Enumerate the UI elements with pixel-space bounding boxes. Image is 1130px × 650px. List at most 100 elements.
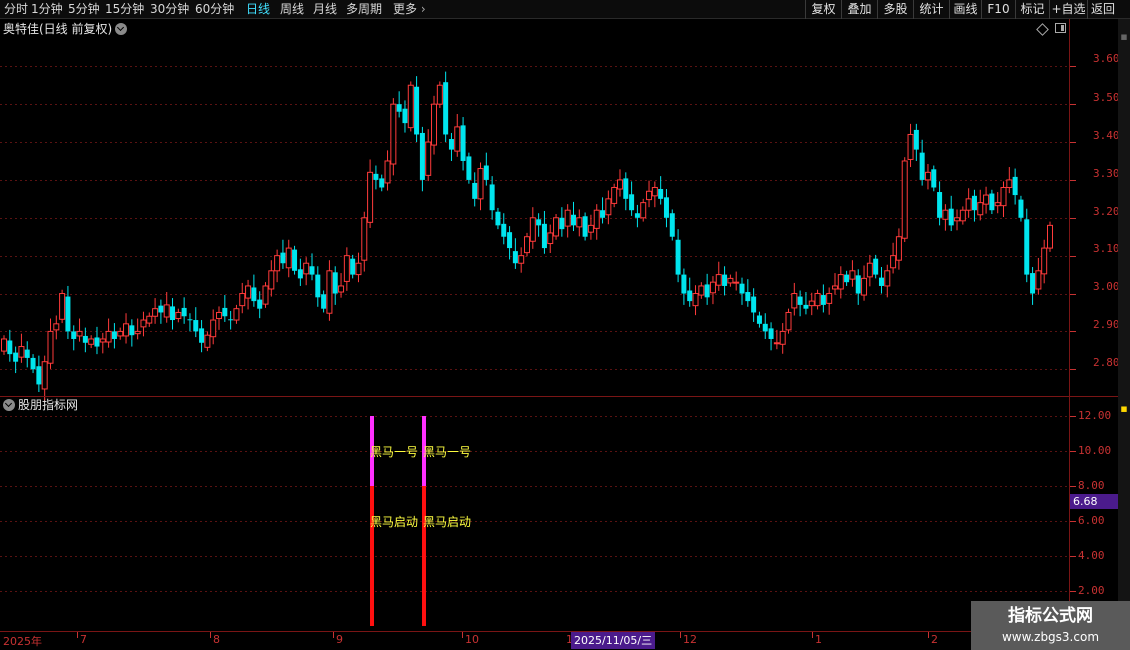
indicator-y-tick-label: 2.00 [1078, 584, 1105, 597]
candle-body-down [878, 277, 884, 286]
candle-body-up [436, 84, 443, 105]
candle-body-up [117, 330, 124, 337]
candle-body-up [152, 308, 159, 317]
f10-button[interactable]: F10 [981, 0, 1015, 19]
candle-body-down [681, 274, 687, 294]
candle-body-down [948, 208, 954, 226]
chevron-down-icon[interactable] [115, 23, 128, 35]
candle-body-down [466, 156, 472, 180]
candle-body-down [756, 315, 762, 324]
candle-body-down [36, 366, 42, 385]
signal-label-heima-yihao: 黑马一号 [370, 445, 419, 459]
candle-body-up [646, 190, 653, 201]
period-tab-5min[interactable]: 5分钟 [68, 2, 100, 16]
date-separator [680, 632, 681, 638]
diamond-icon[interactable] [1036, 23, 1049, 36]
candle-body-up [105, 330, 112, 343]
candle-body-down [722, 274, 728, 286]
candle-body-up [924, 171, 931, 181]
candle-body-up [593, 209, 600, 229]
candle-body-down [292, 249, 298, 271]
candle-body-up [140, 319, 147, 328]
candle-body-up [274, 255, 281, 272]
candle-body-down [541, 223, 547, 249]
multi-stock-button[interactable]: 多股 [877, 0, 913, 19]
period-tab-60min[interactable]: 60分钟 [195, 2, 234, 16]
candle-body-down [402, 108, 408, 124]
period-tab-daily[interactable]: 日线 [246, 2, 270, 16]
candle-body-up [965, 198, 972, 211]
candle-body-down [1018, 199, 1024, 218]
candle-body-up [651, 186, 658, 197]
kline-chart[interactable] [0, 0, 1130, 650]
right-side-strip: ▪ ▪ [1118, 19, 1130, 631]
draw-line-button[interactable]: 画线 [949, 0, 981, 19]
candle-body-up [895, 236, 902, 261]
candle-body-down [768, 328, 774, 339]
candle-body-up [285, 247, 292, 269]
back-button[interactable]: 返回 [1087, 0, 1118, 19]
candle-body-up [901, 160, 908, 239]
candle-body-down [937, 192, 943, 218]
candle-body-down [536, 219, 542, 226]
period-tab-multi[interactable]: 多周期 [346, 2, 382, 16]
period-tab-weekly[interactable]: 周线 [280, 2, 304, 16]
candle-body-up [890, 255, 897, 269]
date-separator [210, 632, 211, 638]
candle-body-up [977, 202, 984, 216]
statistics-button[interactable]: 统计 [913, 0, 949, 19]
candle-body-down [762, 323, 768, 332]
candle-body-up [146, 315, 153, 324]
signal-bar-heima-qidong [422, 486, 426, 626]
candle-body-down [443, 82, 449, 135]
candle-body-up [59, 293, 66, 320]
candle-body-up [709, 281, 716, 294]
period-tab-monthly[interactable]: 月线 [313, 2, 337, 16]
candle-body-up [791, 293, 798, 309]
watermark-title: 指标公式网 [1008, 606, 1093, 626]
period-tab-15min[interactable]: 15分钟 [105, 2, 144, 16]
candle-body-up [698, 285, 705, 296]
candle-body-down [1024, 219, 1030, 275]
y-tick-label: 2.90 [1093, 318, 1120, 331]
candle-body-up [587, 224, 594, 233]
date-label: 10 [465, 633, 479, 646]
candle-body-down [931, 169, 937, 188]
candle-body-up [355, 262, 362, 276]
candle-body-down [24, 349, 30, 358]
candle-body-down [675, 239, 681, 275]
candle-body-up [210, 319, 217, 338]
candle-body-down [414, 86, 420, 135]
date-separator [928, 632, 929, 638]
y-tick-label: 3.00 [1093, 280, 1120, 293]
candle-body-up [611, 186, 618, 204]
candle-body-down [600, 210, 606, 218]
candle-body-up [47, 330, 54, 364]
candle-body-down [919, 152, 925, 180]
indicator-title[interactable]: 股朋指标网 [3, 398, 78, 412]
y-tick-label: 3.50 [1093, 91, 1120, 104]
period-tab-more[interactable]: 更多 › [393, 2, 426, 16]
candle-body-up [1, 338, 7, 352]
fuquan-button[interactable]: 复权 [805, 0, 841, 19]
candle-body-down [460, 125, 466, 161]
mark-button[interactable]: 标记 [1015, 0, 1049, 19]
chevron-down-icon[interactable] [3, 399, 15, 411]
candle-body-down [704, 284, 710, 298]
period-tab-1min[interactable]: 1分钟 [31, 2, 63, 16]
add-watchlist-button[interactable]: +自选 [1049, 0, 1087, 19]
candle-body-up [849, 270, 856, 280]
candle-body-down [634, 213, 640, 218]
period-tab-fenshi[interactable]: 分时 [4, 2, 28, 16]
period-tab-30min[interactable]: 30分钟 [150, 2, 189, 16]
candle-body-down [379, 178, 385, 188]
candle-body-down [71, 331, 77, 339]
window-toggle-icon[interactable] [1055, 23, 1066, 33]
candle-body-up [831, 285, 838, 290]
indicator-y-tick-label: 4.00 [1078, 549, 1105, 562]
candle-body-up [88, 338, 95, 345]
candle-body-up [99, 338, 106, 343]
candle-body-up [41, 361, 48, 390]
overlay-button[interactable]: 叠加 [841, 0, 877, 19]
main-chart-title[interactable]: 奥特佳(日线 前复权) [3, 22, 128, 36]
